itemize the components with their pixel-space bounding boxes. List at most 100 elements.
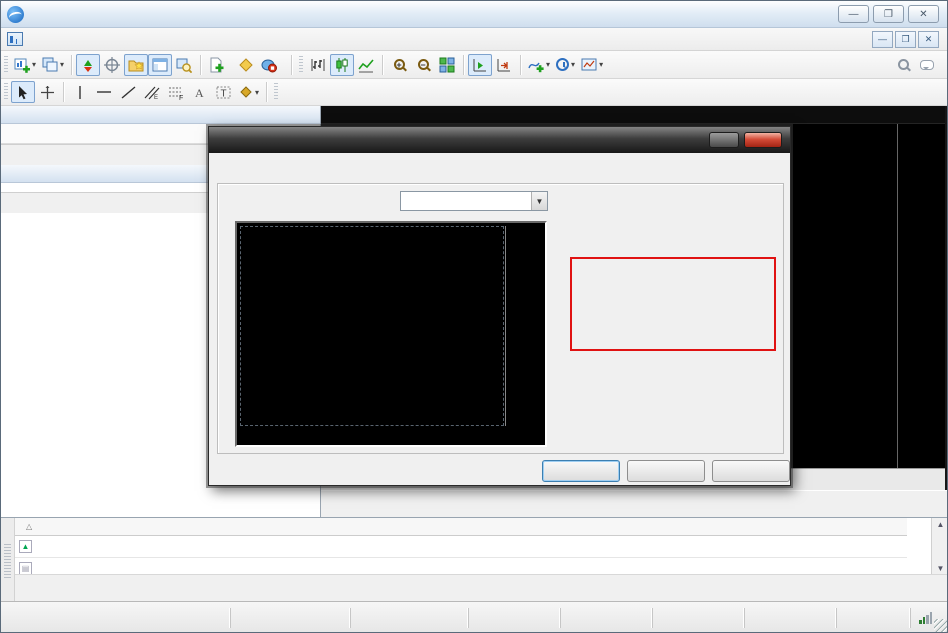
metaeditor-icon — [238, 57, 254, 73]
terminal-panel-icon — [152, 57, 168, 73]
strategy-tester-button[interactable] — [172, 54, 196, 76]
chart-shift-icon — [496, 57, 512, 73]
indicators-button[interactable]: ▾ — [525, 54, 553, 76]
status-profile[interactable] — [230, 608, 350, 628]
zoom-in-button[interactable]: + — [387, 54, 411, 76]
cancel-button[interactable] — [627, 460, 705, 482]
trendline-tool-button[interactable] — [116, 81, 140, 103]
market-watch-header — [1, 106, 320, 124]
color-scheme-select[interactable]: ▼ — [400, 191, 548, 211]
chart-shift-button[interactable] — [492, 54, 516, 76]
dialog-titlebar[interactable] — [209, 127, 790, 153]
mdi-close-button[interactable]: ✕ — [918, 31, 939, 48]
toolbar-separator — [63, 82, 64, 102]
toolbar-grip[interactable] — [4, 83, 8, 101]
bar-chart-button[interactable] — [306, 54, 330, 76]
terminal-side-strip — [1, 518, 15, 602]
candlestick-chart-button[interactable] — [330, 54, 354, 76]
menu-window[interactable] — [129, 37, 149, 41]
zoom-out-button[interactable]: − — [411, 54, 435, 76]
restore-button[interactable]: ❐ — [873, 5, 904, 23]
close-button[interactable]: ✕ — [908, 5, 939, 23]
menu-help[interactable] — [149, 37, 169, 41]
minimize-button[interactable]: — — [838, 5, 869, 23]
chat-button[interactable] — [915, 54, 939, 76]
search-button[interactable] — [891, 54, 915, 76]
profiles-button[interactable]: ▾ — [39, 54, 67, 76]
new-order-button[interactable] — [205, 54, 234, 76]
market-watch-icon — [80, 57, 96, 73]
scroll-down-icon[interactable]: ▼ — [937, 564, 945, 573]
label-icon: T — [216, 85, 232, 100]
profiles-icon — [42, 57, 58, 73]
line-chart-button[interactable] — [354, 54, 378, 76]
menu-view[interactable] — [49, 37, 69, 41]
mdi-restore-button[interactable]: ❐ — [895, 31, 916, 48]
label-tool-button[interactable]: T — [212, 81, 236, 103]
main-price-scale[interactable] — [898, 124, 945, 468]
reset-button[interactable] — [712, 460, 790, 482]
scroll-up-icon[interactable]: ▲ — [937, 520, 945, 529]
fibonacci-tool-button[interactable]: F — [164, 81, 188, 103]
menu-insert[interactable] — [69, 37, 89, 41]
horizontal-line-icon — [96, 85, 112, 99]
crosshair-tool-button[interactable] — [35, 81, 59, 103]
data-window-button[interactable] — [100, 54, 124, 76]
terminal-toggle-button[interactable] — [148, 54, 172, 76]
toolbar-separator — [382, 55, 383, 75]
menu-file[interactable] — [29, 37, 49, 41]
new-chart-button[interactable]: ▾ — [11, 54, 39, 76]
new-chart-icon — [14, 57, 30, 73]
autotrading-icon — [261, 57, 277, 73]
zoom-out-icon: − — [418, 59, 429, 70]
periods-button[interactable]: ▾ — [553, 54, 578, 76]
svg-text:F: F — [179, 95, 183, 100]
drawing-toolbar: E F A T ▾ — [1, 79, 947, 106]
menu-tools[interactable] — [109, 37, 129, 41]
terminal-grip[interactable] — [4, 544, 11, 578]
dialog-close-button[interactable] — [744, 132, 782, 148]
channel-tool-button[interactable]: E — [140, 81, 164, 103]
chevron-down-icon: ▾ — [60, 60, 64, 69]
preview-time-axis — [240, 427, 504, 443]
folder-star-icon — [128, 57, 144, 73]
chat-icon — [920, 60, 934, 70]
metaeditor-button[interactable] — [234, 54, 258, 76]
zoom-in-icon: + — [394, 59, 405, 70]
terminal-header-row: △ — [15, 518, 907, 536]
mdi-minimize-button[interactable]: — — [872, 31, 893, 48]
trendline-icon — [121, 85, 136, 100]
resize-grip[interactable] — [934, 619, 947, 632]
navigator-toggle-button[interactable] — [124, 54, 148, 76]
toolbar-separator — [520, 55, 521, 75]
text-tool-button[interactable]: A — [188, 81, 212, 103]
autotrading-button[interactable] — [258, 54, 287, 76]
ok-button[interactable] — [542, 460, 620, 482]
terminal-scrollbar[interactable]: ▲ ▼ — [931, 518, 948, 575]
tile-windows-button[interactable] — [435, 54, 459, 76]
cursor-icon — [16, 85, 30, 100]
crosshair-icon — [104, 57, 120, 73]
status-high — [560, 608, 652, 628]
preview-plot — [240, 226, 504, 426]
cursor-tool-button[interactable] — [11, 81, 35, 103]
shapes-tool-button[interactable]: ▾ — [236, 81, 262, 103]
status-bar-time — [350, 608, 468, 628]
terminal-panel: △ ▲ ▤ — [1, 517, 948, 601]
toolbar-grip[interactable] — [299, 56, 303, 74]
col-order[interactable]: △ — [15, 522, 105, 531]
templates-button[interactable]: ▾ — [578, 54, 606, 76]
status-low — [652, 608, 744, 628]
vertical-line-tool-button[interactable] — [68, 81, 92, 103]
history-row-balance[interactable]: ▲ — [15, 536, 907, 558]
shapes-icon — [239, 85, 253, 99]
market-watch-toggle-button[interactable] — [76, 54, 100, 76]
auto-scroll-button[interactable] — [468, 54, 492, 76]
chart-header-bar — [321, 106, 948, 124]
menu-charts[interactable] — [89, 37, 109, 41]
toolbar-grip[interactable] — [4, 56, 8, 74]
toolbar-grip[interactable] — [274, 83, 278, 101]
toolbar-separator — [291, 55, 292, 75]
horizontal-line-tool-button[interactable] — [92, 81, 116, 103]
dialog-help-button[interactable] — [709, 132, 739, 148]
